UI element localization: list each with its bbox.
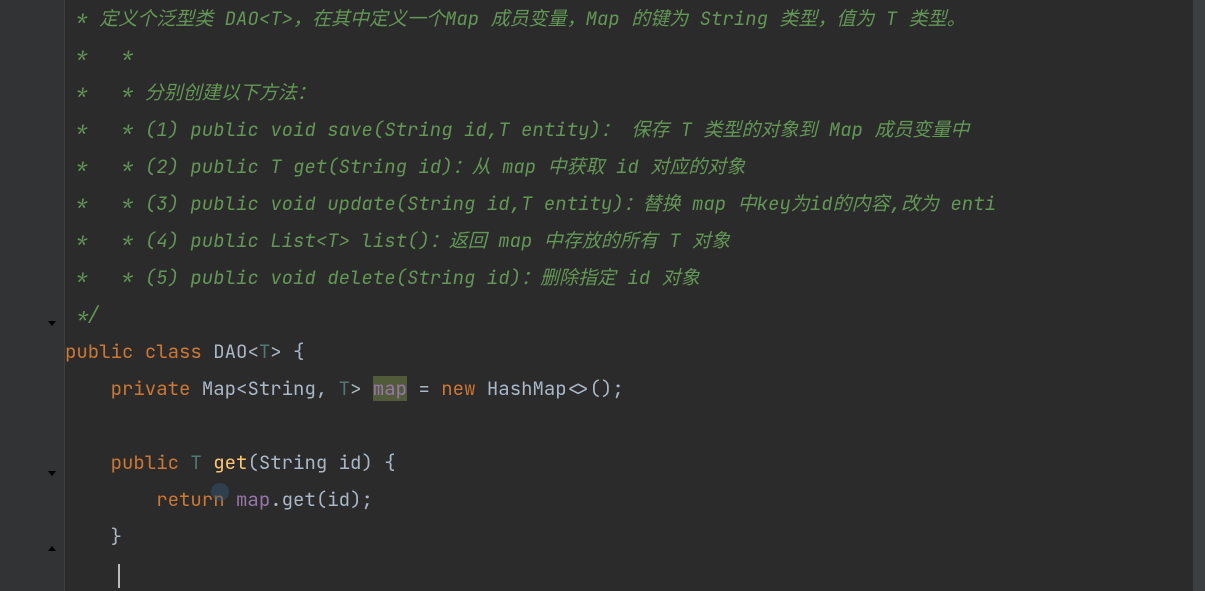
field-declaration: private Map<String, T> map = new HashMap… [65,370,1205,407]
comment-line: * 定义个泛型类 DAO<T>，在其中定义一个Map 成员变量，Map 的键为 … [65,0,1205,37]
comment-line: * * (5) public void delete(String id)：删除… [65,259,1205,296]
comment-line: * * [65,37,1205,74]
method-declaration: public T get(String id) { [65,444,1205,481]
close-brace: } [65,518,1205,555]
comment-line: * * (4) public List<T> list()：返回 map 中存放… [65,222,1205,259]
cursor-marker: n [213,481,224,518]
comment-line: */ [65,296,1205,333]
comment-line: * * (3) public void update(String id,T e… [65,185,1205,222]
code-editor[interactable]: * 定义个泛型类 DAO<T>，在其中定义一个Map 成员变量，Map 的键为 … [0,0,1205,591]
comment-line: * * 分别创建以下方法： [65,74,1205,111]
return-statement: return map.get(id); [65,481,1205,518]
text-cursor [118,564,120,588]
comment-line: * * (1) public void save(String id,T ent… [65,111,1205,148]
highlighted-identifier: map [373,376,407,401]
comment-line: * * (2) public T get(String id)：从 map 中获… [65,148,1205,185]
class-declaration: public class DAO<T> { [65,333,1205,370]
blank-line [65,407,1205,444]
